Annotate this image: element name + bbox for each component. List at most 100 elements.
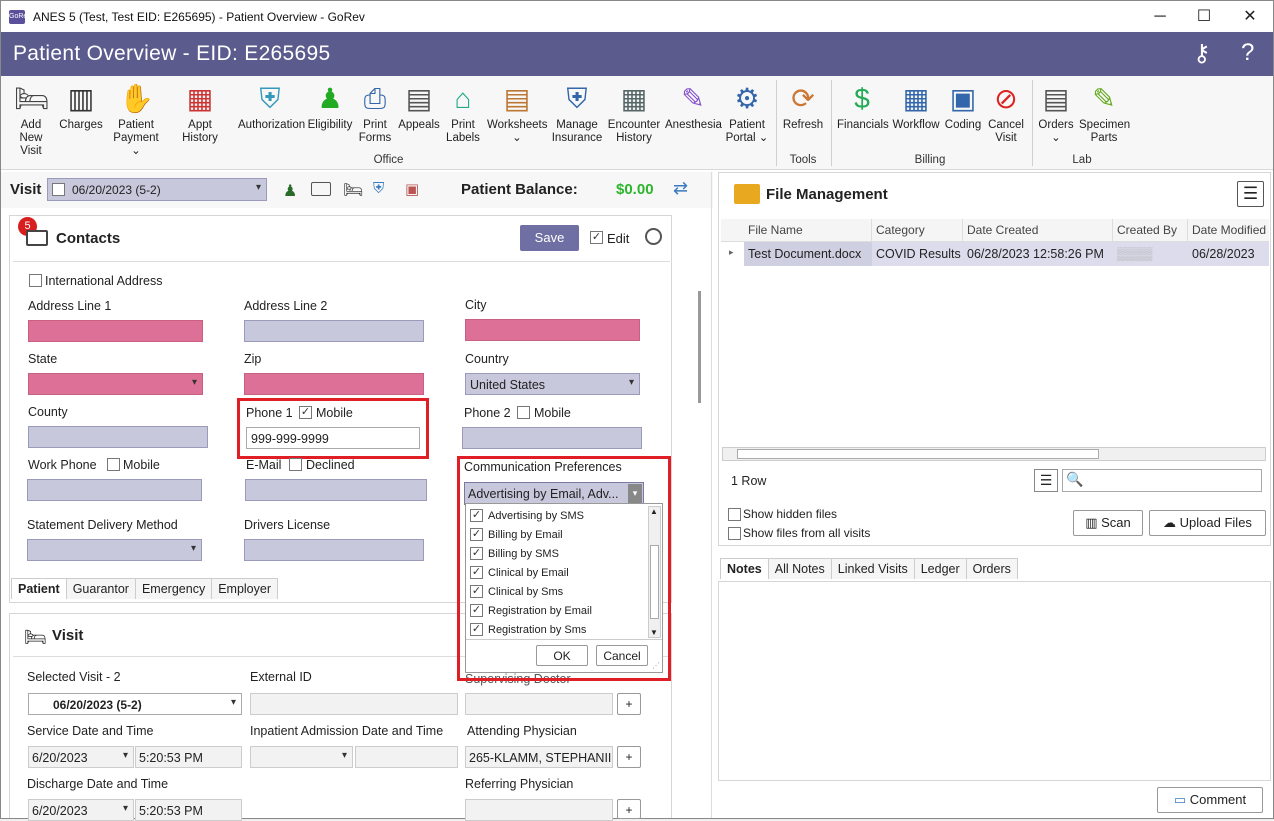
- scrollbar-thumb[interactable]: [650, 545, 659, 619]
- show-hidden-checkbox[interactable]: [728, 508, 741, 521]
- tab-patient[interactable]: Patient: [11, 578, 67, 599]
- tab-orders[interactable]: Orders: [965, 558, 1018, 579]
- insurance-icon[interactable]: ⛨: [373, 180, 384, 197]
- selected-visit-select[interactable]: 06/20/2023 (5-2): [28, 693, 242, 715]
- service-date-input[interactable]: 6/20/2023: [28, 746, 134, 768]
- attending-input[interactable]: 265-KLAMM, STEPHANII: [465, 746, 613, 768]
- authorization-button[interactable]: ⛨ Authorization: [238, 80, 305, 132]
- statement-select[interactable]: [27, 539, 202, 561]
- state-select[interactable]: [28, 373, 203, 395]
- comm-pref-checkbox[interactable]: ✓: [470, 585, 483, 598]
- workflow-button[interactable]: ▦ Workflow: [891, 80, 941, 132]
- swap-icon[interactable]: ⇄: [673, 178, 688, 199]
- ok-button[interactable]: OK: [536, 645, 588, 666]
- financials-button[interactable]: $ Financials: [837, 80, 889, 132]
- expand-row-icon[interactable]: ▸: [729, 247, 734, 258]
- comm-pref-option[interactable]: ✓ Advertising by SMS: [470, 506, 584, 525]
- tab-ledger[interactable]: Ledger: [913, 558, 967, 579]
- phone2-input[interactable]: [462, 427, 642, 449]
- bed-icon[interactable]: 🛏: [343, 180, 363, 200]
- comm-pref-option[interactable]: ✓ Clinical by Sms: [470, 582, 563, 601]
- date-created-cell[interactable]: 06/28/2023 12:58:26 PM: [963, 242, 1113, 266]
- comm-pref-option[interactable]: ✓ Registration by Email: [470, 601, 592, 620]
- add-new-visit-button[interactable]: 🛏 Add New Visit: [9, 80, 53, 158]
- add-supervising-button[interactable]: +: [617, 693, 641, 715]
- file-search-input[interactable]: 🔍: [1062, 469, 1262, 492]
- add-attending-button[interactable]: +: [617, 746, 641, 768]
- tab-emergency[interactable]: Emergency: [134, 578, 213, 599]
- add-referring-button[interactable]: +: [617, 799, 641, 819]
- file-grid-hscrollbar[interactable]: [722, 447, 1266, 461]
- scroll-up-icon[interactable]: ▲: [650, 507, 658, 516]
- doctor-icon[interactable]: ♟: [283, 181, 297, 201]
- work-phone-input[interactable]: [27, 479, 202, 501]
- show-all-checkbox[interactable]: [728, 527, 741, 540]
- col-category[interactable]: Category: [872, 219, 963, 241]
- comm-pref-option[interactable]: ✓ Billing by Email: [470, 525, 563, 544]
- print-labels-button[interactable]: ⌂ Print Labels: [443, 80, 483, 145]
- comm-pref-checkbox[interactable]: ✓: [470, 547, 483, 560]
- tab-all-notes[interactable]: All Notes: [767, 558, 832, 579]
- coding-button[interactable]: ▣ Coding: [943, 80, 983, 132]
- phone2-mobile-checkbox[interactable]: [517, 406, 530, 419]
- drivers-input[interactable]: [244, 539, 424, 561]
- tab-notes[interactable]: Notes: [720, 558, 769, 579]
- comm-pref-checkbox[interactable]: ✓: [470, 604, 483, 617]
- file-name-cell[interactable]: Test Document.docx: [744, 242, 872, 266]
- menu-icon[interactable]: ☰: [1237, 181, 1264, 207]
- international-checkbox[interactable]: [29, 274, 42, 287]
- tab-linked-visits[interactable]: Linked Visits: [830, 558, 915, 579]
- phone1-input[interactable]: 999-999-9999: [246, 427, 420, 449]
- manage-insurance-button[interactable]: ⛨ Manage Insurance: [551, 80, 603, 145]
- scrollbar-thumb[interactable]: [737, 449, 1099, 459]
- phone1-mobile-checkbox[interactable]: ✓: [299, 406, 312, 419]
- help-icon[interactable]: ?: [1241, 39, 1254, 67]
- edit-checkbox[interactable]: ✓: [590, 231, 603, 244]
- comm-prefs-select[interactable]: Advertising by Email, Adv... ▾: [464, 482, 644, 505]
- comm-pref-option[interactable]: ✓ Registration by Sms: [470, 620, 586, 639]
- comment-button[interactable]: ▭ Comment: [1157, 787, 1263, 813]
- external-id-input[interactable]: [250, 693, 458, 715]
- worksheets-button[interactable]: ▤ Worksheets ⌄: [487, 80, 548, 145]
- scan-button[interactable]: ▥ Scan: [1073, 510, 1143, 536]
- encounter-history-button[interactable]: ▦ Encounter History: [606, 80, 662, 145]
- zip-input[interactable]: [244, 373, 424, 395]
- close-button[interactable]: ✕: [1227, 1, 1273, 32]
- comm-pref-option[interactable]: ✓ Clinical by Email: [470, 563, 569, 582]
- col-file-name[interactable]: File Name: [744, 219, 872, 241]
- resize-grip-icon[interactable]: ⋰: [652, 661, 660, 670]
- referring-input[interactable]: [465, 799, 613, 821]
- comm-pref-checkbox[interactable]: ✓: [470, 528, 483, 541]
- city-input[interactable]: [465, 319, 640, 341]
- cancel-visit-button[interactable]: ⊘ Cancel Visit: [986, 80, 1026, 145]
- list-icon[interactable]: ☰: [1034, 469, 1058, 492]
- work-mobile-checkbox[interactable]: [107, 458, 120, 471]
- upload-files-button[interactable]: ☁ Upload Files: [1149, 510, 1266, 536]
- visit-select[interactable]: 06/20/2023 (5-2): [47, 178, 267, 201]
- notes-area[interactable]: [718, 581, 1271, 781]
- appeals-button[interactable]: ▤ Appeals: [397, 80, 441, 132]
- email-input[interactable]: [245, 479, 427, 501]
- supervising-input[interactable]: [465, 693, 613, 715]
- anesthesia-button[interactable]: ✎ Anesthesia: [665, 80, 722, 132]
- col-created-by[interactable]: Created By: [1113, 219, 1188, 241]
- eligibility-button[interactable]: ♟ Eligibility: [307, 80, 353, 132]
- save-button[interactable]: Save: [520, 225, 579, 251]
- splitter-handle[interactable]: [698, 291, 701, 403]
- date-modified-cell[interactable]: 06/28/2023: [1188, 242, 1269, 266]
- county-input[interactable]: [28, 426, 208, 448]
- orders-button[interactable]: ▤ Orders ⌄: [1037, 80, 1075, 145]
- country-select[interactable]: United States: [465, 373, 640, 395]
- id-card-icon[interactable]: [311, 182, 331, 196]
- specimen-parts-button[interactable]: ✎ Specimen Parts: [1079, 80, 1130, 145]
- scroll-down-icon[interactable]: ▼: [650, 628, 658, 637]
- wallet-icon[interactable]: ▣: [405, 180, 419, 198]
- service-time-input[interactable]: 5:20:53 PM: [135, 746, 242, 768]
- email-declined-checkbox[interactable]: [289, 458, 302, 471]
- cancel-button[interactable]: Cancel: [596, 645, 648, 666]
- appt-history-button[interactable]: ▦ Appt History: [169, 80, 231, 145]
- inpatient-time-input[interactable]: [355, 746, 458, 768]
- patient-portal-button[interactable]: ⚙ Patient Portal ⌄: [724, 80, 770, 145]
- col-date-modified[interactable]: Date Modified: [1188, 219, 1269, 241]
- tab-employer[interactable]: Employer: [211, 578, 278, 599]
